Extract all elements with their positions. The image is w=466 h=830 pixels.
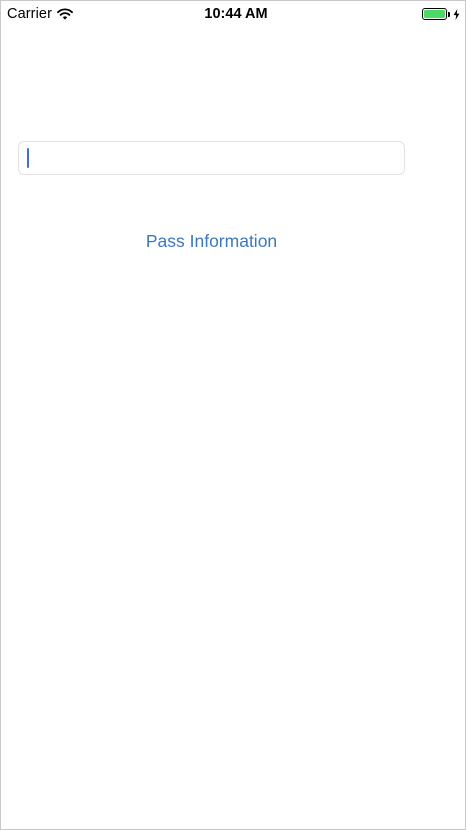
app-screen: Carrier 10:44 AM Pass Information [0, 0, 466, 830]
lightning-bolt-icon [453, 8, 460, 20]
status-bar: Carrier 10:44 AM [1, 1, 465, 27]
text-cursor [27, 148, 29, 168]
battery-cap [448, 11, 450, 17]
battery-group [422, 7, 460, 21]
battery-fill [424, 10, 445, 18]
battery-icon [422, 8, 447, 20]
status-time: 10:44 AM [204, 6, 268, 22]
text-input-field[interactable] [18, 141, 405, 175]
pass-information-button[interactable]: Pass Information [1, 229, 422, 253]
